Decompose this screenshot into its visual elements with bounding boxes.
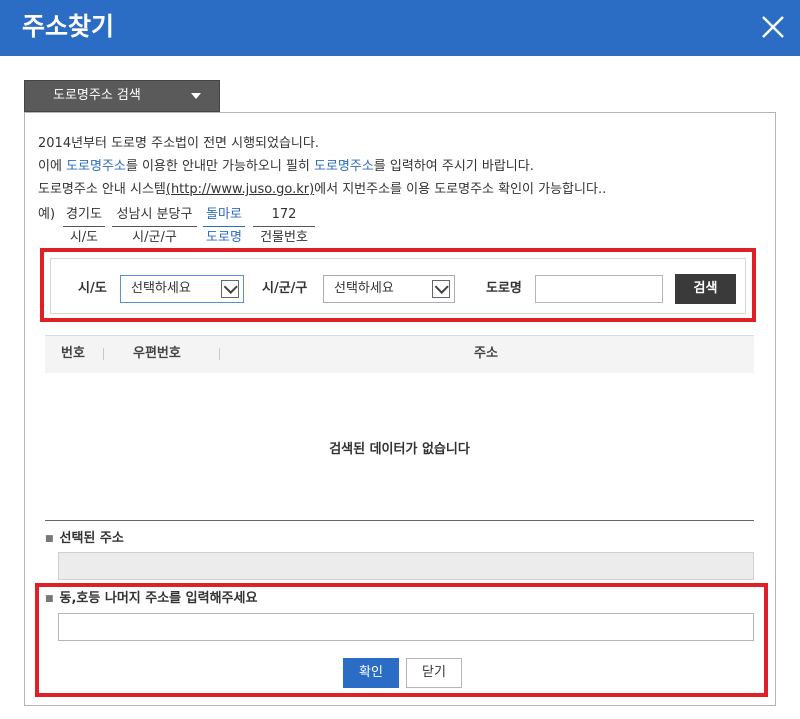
- selected-address-field: [58, 552, 754, 580]
- example-sido: 경기도 시/도: [63, 206, 105, 247]
- column-separator: [103, 348, 104, 360]
- intro-text: 도로명주소 안내 시스템: [38, 182, 166, 197]
- example-building-no: 172 건물번호: [253, 206, 315, 247]
- tab-label: 도로명주소 검색: [53, 88, 141, 103]
- selected-address-label-text: 선택된 주소: [59, 531, 124, 546]
- example-rule: [253, 226, 315, 227]
- road-name-input[interactable]: [535, 275, 663, 303]
- example-road: 돌마로 도로명: [203, 206, 245, 247]
- window-title: 주소찾기: [22, 12, 115, 41]
- example-rule: [63, 226, 105, 227]
- bullet-icon: ■: [45, 594, 54, 604]
- intro-text: 에서 지번주소를 이용 도로명주소 확인이 가능합니다..: [314, 182, 607, 197]
- example-key: 시/도: [69, 230, 99, 245]
- example-key: 도로명: [206, 230, 242, 245]
- tab-road-address-search[interactable]: 도로명주소 검색: [24, 80, 220, 112]
- selected-address-label: ■ 선택된 주소: [45, 530, 124, 548]
- confirm-button[interactable]: 확인: [343, 658, 399, 688]
- sigungu-select[interactable]: 선택하세요: [323, 275, 455, 303]
- example-value: 172: [271, 207, 297, 222]
- intro-line-1: 2014년부터 도로명 주소법이 전면 시행되었습니다.: [38, 136, 319, 151]
- sido-select[interactable]: 선택하세요: [120, 275, 244, 303]
- chevron-down-icon: [221, 280, 239, 298]
- example-value: 성남시 분당구: [116, 207, 193, 222]
- intro-line-3: 도로명주소 안내 시스템(http://www.juso.go.kr)에서 지번…: [38, 181, 606, 199]
- caret-down-icon: [191, 93, 201, 99]
- road-name-label: 도로명: [486, 281, 522, 296]
- intro-text: 를 이용한 안내만 가능하오니 필히: [125, 159, 314, 174]
- example-key: 시/군/구: [132, 230, 177, 245]
- juso-link[interactable]: (http://www.juso.go.kr): [166, 182, 314, 197]
- sido-label: 시/도: [78, 281, 107, 296]
- intro-highlight: 도로명주소: [66, 159, 126, 174]
- bullet-icon: ■: [45, 534, 54, 544]
- intro-line-2: 이에 도로명주소를 이용한 안내만 가능하오니 필히 도로명주소를 입력하여 주…: [38, 158, 534, 176]
- example-sigungu: 성남시 분당구 시/군/구: [112, 206, 197, 247]
- results-divider: [45, 520, 754, 521]
- example-value: 경기도: [66, 207, 102, 222]
- sigungu-label: 시/군/구: [262, 281, 308, 296]
- example-value: 돌마로: [206, 207, 242, 222]
- example-rule: [112, 226, 197, 227]
- intro-text: 를 입력하여 주시기 바랍니다.: [373, 159, 534, 174]
- detail-address-label: ■ 동,호등 나머지 주소를 입력해주세요: [45, 590, 257, 608]
- col-postal-code: 우편번호: [133, 346, 181, 361]
- chevron-down-icon: [432, 280, 450, 298]
- title-bar: 주소찾기: [0, 0, 800, 56]
- detail-address-input[interactable]: [58, 613, 754, 641]
- close-button[interactable]: 닫기: [406, 658, 462, 688]
- sido-select-value: 선택하세요: [131, 281, 191, 296]
- detail-address-label-text: 동,호등 나머지 주소를 입력해주세요: [59, 591, 258, 606]
- intro-text: 이에: [38, 159, 67, 174]
- empty-results-message: 검색된 데이터가 없습니다: [329, 442, 470, 457]
- column-separator: [219, 348, 220, 360]
- intro-highlight: 도로명주소: [313, 159, 374, 174]
- search-button[interactable]: 검색: [675, 274, 736, 304]
- col-number: 번호: [61, 346, 85, 361]
- col-address: 주소: [474, 346, 498, 361]
- example-key: 건물번호: [260, 230, 308, 245]
- sigungu-select-value: 선택하세요: [334, 281, 394, 296]
- close-icon[interactable]: [756, 10, 790, 44]
- example-rule: [203, 226, 245, 227]
- example-prefix: 예): [38, 207, 56, 222]
